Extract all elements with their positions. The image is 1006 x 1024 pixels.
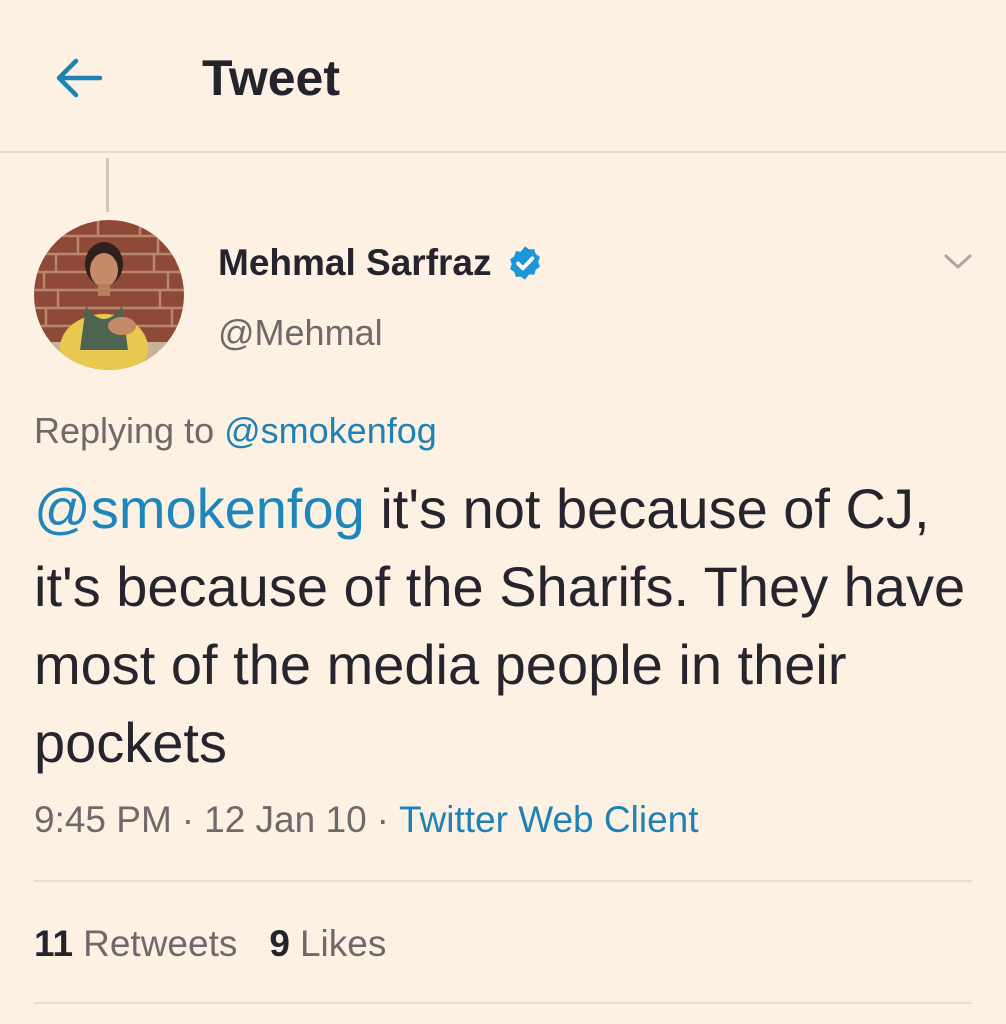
retweets-label: Retweets	[83, 923, 238, 964]
engagement-stats: 11 Retweets 9 Likes	[34, 920, 386, 968]
tweet-text: @smokenfog it's not because of CJ, it's …	[34, 470, 984, 782]
divider	[34, 880, 972, 882]
header-divider	[0, 151, 1006, 153]
likes-count: 9	[269, 923, 290, 964]
tweet-mention-link[interactable]: @smokenfog	[34, 477, 365, 540]
back-button[interactable]	[50, 50, 106, 106]
top-bar: Tweet	[0, 0, 1006, 153]
tweet-date: 12 Jan 10	[204, 799, 367, 840]
likes-stat[interactable]: 9 Likes	[269, 923, 386, 964]
retweets-stat[interactable]: 11 Retweets	[34, 923, 237, 964]
thread-connector-line	[106, 158, 109, 212]
replying-to-line: Replying to @smokenfog	[34, 408, 437, 454]
author-handle[interactable]: @Mehmal	[218, 311, 383, 355]
replying-to-label: Replying to	[34, 410, 215, 451]
verified-badge-icon	[509, 246, 540, 280]
tweet-meta: 9:45 PM · 12 Jan 10 · Twitter Web Client	[34, 796, 699, 844]
tweet-detail-screen: Tweet Mehmal Sarfraz @Mehmal Replying to…	[0, 0, 1006, 1024]
page-title: Tweet	[202, 50, 340, 106]
tweet-time: 9:45 PM	[34, 799, 172, 840]
author-name-row: Mehmal Sarfraz	[218, 240, 544, 286]
likes-label: Likes	[299, 923, 387, 964]
reply-mention-link[interactable]: @smokenfog	[224, 410, 437, 451]
retweets-count: 11	[34, 923, 74, 964]
avatar[interactable]	[34, 220, 184, 370]
divider	[34, 1002, 972, 1004]
tweet-source-link[interactable]: Twitter Web Client	[399, 799, 699, 840]
avatar-photo	[34, 220, 184, 370]
author-name[interactable]: Mehmal Sarfraz	[218, 240, 492, 286]
meta-separator: ·	[181, 799, 195, 840]
arrow-left-icon	[56, 58, 103, 98]
chevron-down-icon	[944, 254, 972, 269]
meta-separator: ·	[376, 799, 389, 840]
tweet-menu-button[interactable]	[938, 244, 978, 278]
